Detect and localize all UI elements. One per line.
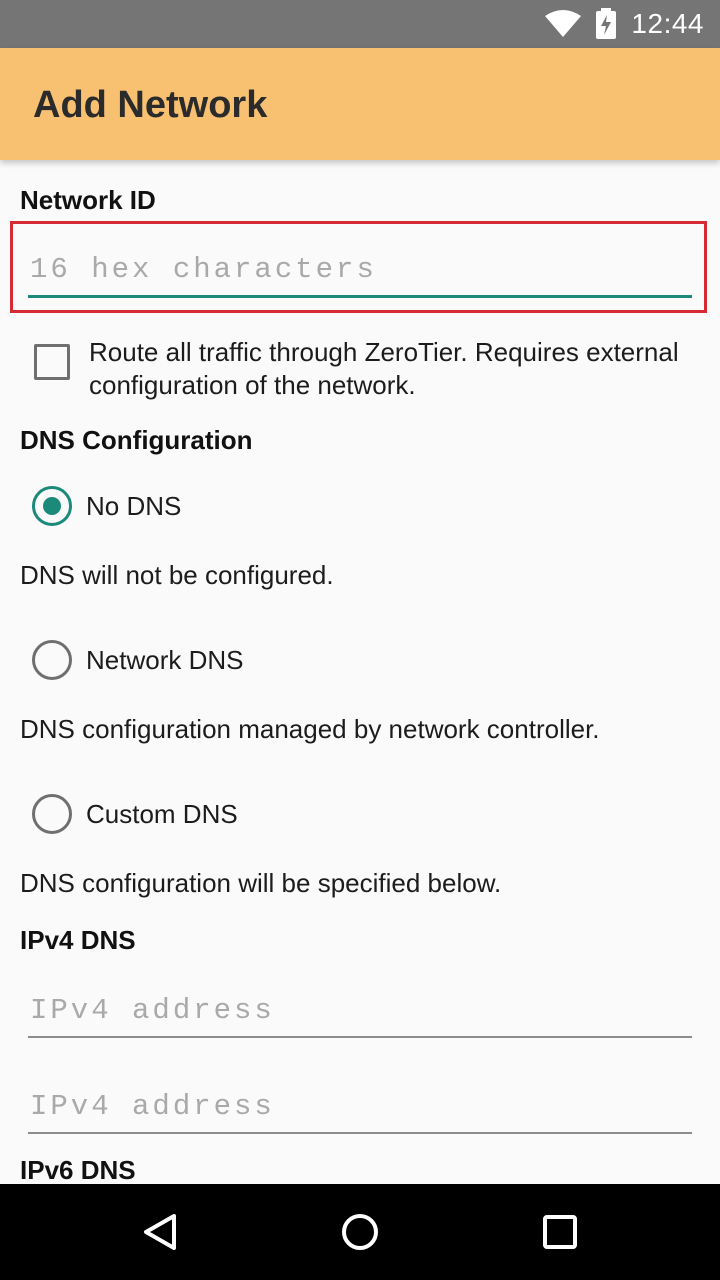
ipv6-dns-label: IPv6 DNS bbox=[20, 1155, 136, 1184]
ipv4-dns-input-2[interactable] bbox=[28, 1080, 696, 1132]
navigation-bar bbox=[0, 1184, 720, 1280]
ipv4-dns-field-2[interactable] bbox=[28, 1080, 696, 1134]
route-all-checkbox[interactable] bbox=[34, 344, 70, 380]
status-icons: 12:44 bbox=[545, 0, 704, 48]
no-dns-description: DNS will not be configured. bbox=[20, 560, 334, 590]
radio-network-dns-label: Network DNS bbox=[86, 644, 244, 675]
battery-charging-icon bbox=[596, 8, 617, 39]
radio-no-dns[interactable]: No DNS bbox=[32, 486, 181, 526]
route-all-traffic-option[interactable]: Route all traffic through ZeroTier. Requ… bbox=[34, 336, 694, 402]
add-network-form: Network ID Route all traffic through Zer… bbox=[0, 160, 720, 1184]
home-icon[interactable] bbox=[336, 1208, 384, 1256]
radio-no-dns-button[interactable] bbox=[32, 486, 72, 526]
ipv4-dns-input-1[interactable] bbox=[28, 984, 696, 1036]
recents-icon[interactable] bbox=[536, 1208, 584, 1256]
radio-custom-dns-label: Custom DNS bbox=[86, 798, 238, 829]
wifi-icon bbox=[545, 10, 582, 37]
status-bar: 12:44 bbox=[0, 0, 720, 48]
custom-dns-description: DNS configuration will be specified belo… bbox=[20, 868, 502, 898]
radio-custom-dns[interactable]: Custom DNS bbox=[32, 794, 238, 834]
page-title: Add Network bbox=[33, 84, 268, 126]
ipv4-dns-field-1[interactable] bbox=[28, 984, 696, 1038]
ipv4-dns-label: IPv4 DNS bbox=[20, 925, 136, 955]
back-icon[interactable] bbox=[136, 1208, 184, 1256]
radio-custom-dns-button[interactable] bbox=[32, 794, 72, 834]
network-dns-description: DNS configuration managed by network con… bbox=[20, 714, 600, 744]
route-all-label: Route all traffic through ZeroTier. Requ… bbox=[89, 337, 679, 400]
network-id-label: Network ID bbox=[20, 185, 156, 215]
network-id-input[interactable] bbox=[28, 243, 696, 295]
radio-network-dns[interactable]: Network DNS bbox=[32, 640, 243, 680]
radio-selected-dot bbox=[43, 497, 61, 515]
radio-network-dns-button[interactable] bbox=[32, 640, 72, 680]
app-bar: Add Network bbox=[0, 48, 720, 160]
network-id-field[interactable] bbox=[28, 243, 696, 298]
dns-config-label: DNS Configuration bbox=[20, 425, 253, 455]
status-time: 12:44 bbox=[631, 8, 704, 39]
radio-no-dns-label: No DNS bbox=[86, 490, 182, 521]
